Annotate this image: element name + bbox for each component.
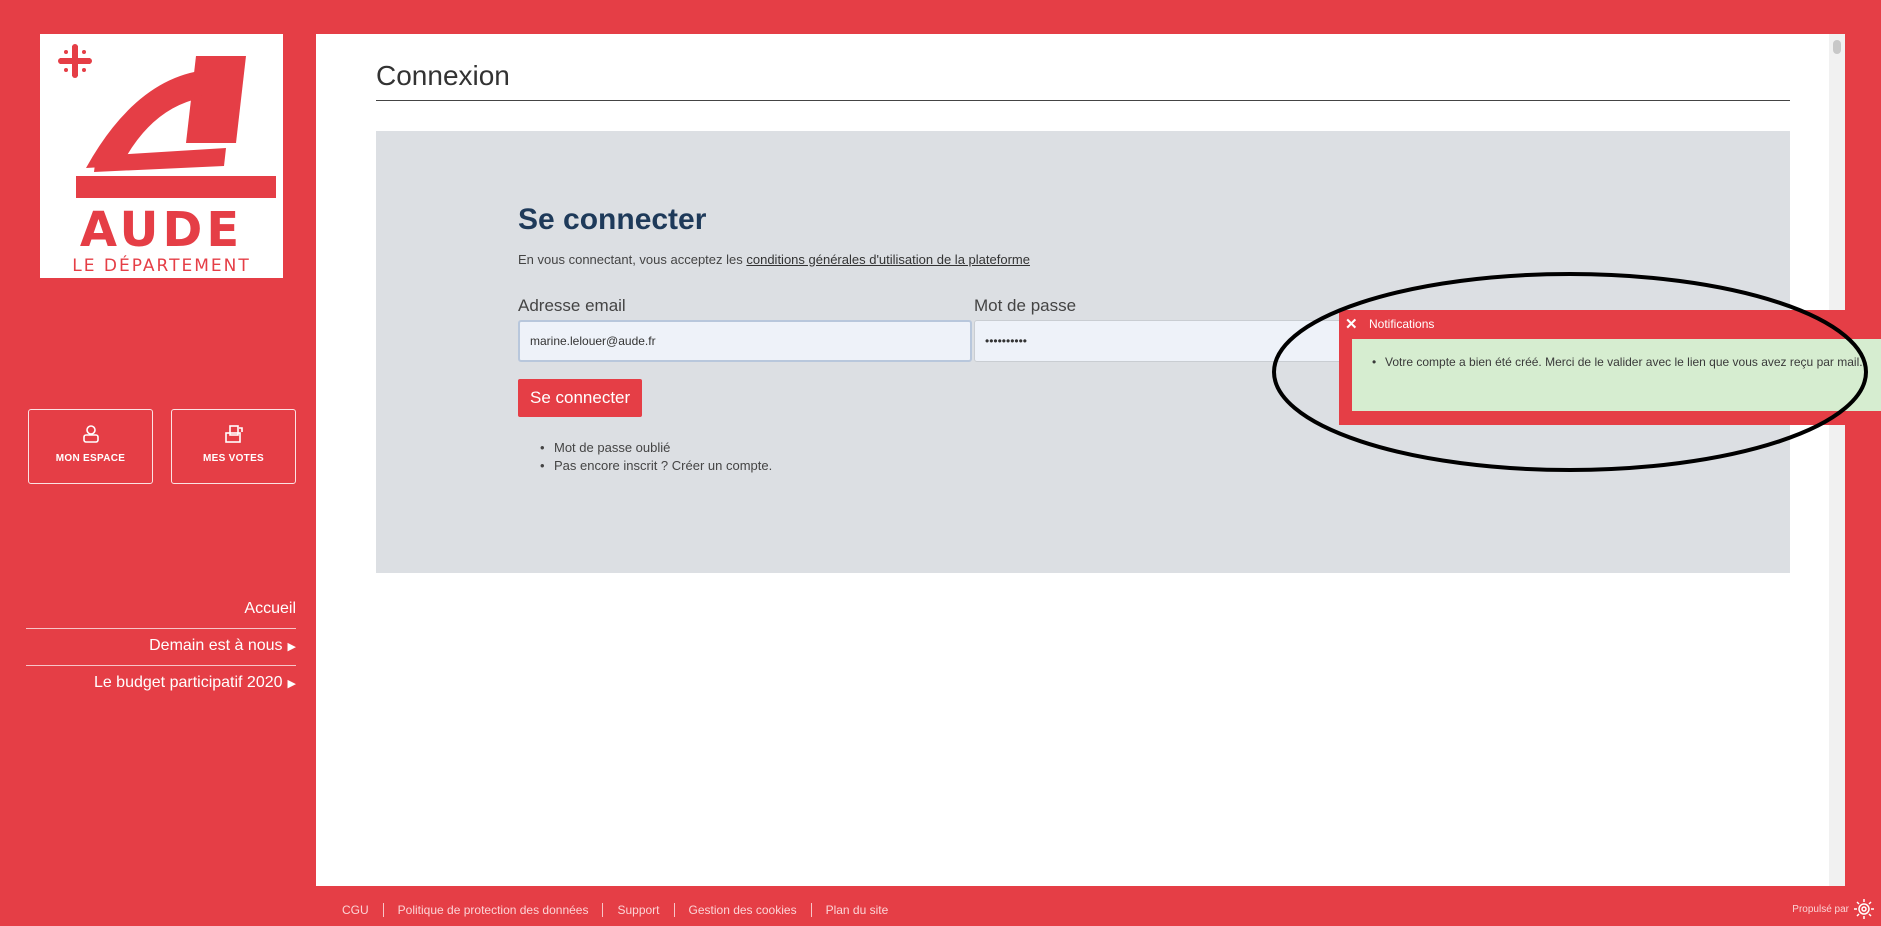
footer-link-support[interactable]: Support — [602, 903, 673, 917]
caret-right-icon: ▶ — [287, 641, 296, 653]
footer: CGU Politique de protection des données … — [316, 894, 902, 926]
email-label: Adresse email — [518, 296, 626, 315]
notification-title: Notifications — [1369, 317, 1435, 331]
page-title: Connexion — [376, 60, 510, 91]
mes-votes-button[interactable]: MES VOTES — [171, 409, 296, 484]
powered-by[interactable]: Propulsé par — [1792, 898, 1875, 920]
login-links: Mot de passe oublié Pas encore inscrit ?… — [540, 439, 772, 475]
caret-right-icon: ▶ — [287, 678, 296, 690]
scrollbar-thumb[interactable] — [1833, 40, 1841, 54]
password-label: Mot de passe — [974, 296, 1077, 315]
footer-link-privacy[interactable]: Politique de protection des données — [382, 903, 603, 917]
email-field[interactable] — [518, 320, 972, 362]
logo-subtitle: LE DÉPARTEMENT — [72, 256, 251, 276]
mon-espace-label: MON ESPACE — [55, 453, 126, 464]
list-item: Pas encore inscrit ? Créer un compte. — [540, 457, 772, 475]
user-icon — [82, 425, 99, 443]
logo-letter-a-icon — [76, 56, 276, 198]
sidebar-item-accueil[interactable]: Accueil — [26, 592, 296, 629]
powered-by-label: Propulsé par — [1792, 903, 1849, 915]
notification-message: Votre compte a bien été créé. Merci de l… — [1372, 351, 1881, 373]
forgot-password-link[interactable]: Mot de passe oublié — [554, 440, 670, 455]
password-field[interactable] — [974, 320, 1354, 362]
notification-body: Votre compte a bien été créé. Merci de l… — [1352, 339, 1881, 411]
scrollbar[interactable] — [1829, 34, 1845, 886]
ballot-box-icon — [224, 425, 243, 443]
sidebar-item-budget[interactable]: Le budget participatif 2020 ▶ — [26, 666, 296, 702]
footer-link-sitemap[interactable]: Plan du site — [810, 903, 903, 917]
sun-logo-icon — [1854, 899, 1874, 919]
terms-link[interactable]: conditions générales d'utilisation de la… — [746, 252, 1030, 267]
sidebar: AUDE LE DÉPARTEMENT MON ESPACE MES VOTES… — [0, 0, 316, 926]
create-account-link[interactable]: Pas encore inscrit ? Créer un compte. — [554, 458, 772, 473]
login-heading: Se connecter — [518, 203, 707, 236]
logo-brand: AUDE — [79, 202, 244, 258]
footer-link-cookies[interactable]: Gestion des cookies — [673, 903, 811, 917]
main-content: Connexion Se connecter En vous connectan… — [316, 34, 1845, 886]
mes-votes-label: MES VOTES — [202, 453, 265, 464]
sidebar-item-demain[interactable]: Demain est à nous ▶ — [26, 629, 296, 666]
terms-text: En vous connectant, vous acceptez les co… — [518, 252, 1030, 267]
aude-logo[interactable]: AUDE LE DÉPARTEMENT — [40, 34, 283, 278]
close-icon[interactable]: ✕ — [1345, 315, 1358, 333]
list-item: Mot de passe oublié — [540, 439, 772, 457]
mon-espace-button[interactable]: MON ESPACE — [28, 409, 153, 484]
notification-panel: ✕ Notifications Votre compte a bien été … — [1339, 310, 1881, 425]
title-divider — [376, 100, 1790, 101]
login-submit-button[interactable]: Se connecter — [518, 379, 643, 417]
sidebar-nav: Accueil Demain est à nous ▶ Le budget par… — [26, 592, 296, 702]
footer-link-cgu[interactable]: CGU — [316, 903, 383, 917]
